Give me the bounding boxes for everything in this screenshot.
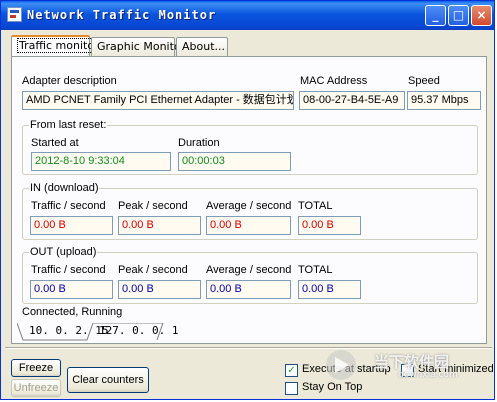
out-traffic-field[interactable]: 0.00 B: [30, 280, 113, 299]
watermark-subtext: downxia.com: [398, 370, 458, 380]
freeze-button[interactable]: Freeze: [11, 359, 61, 377]
clear-counters-button[interactable]: Clear counters: [67, 367, 149, 393]
out-total-field[interactable]: 0.00 B: [298, 280, 361, 299]
out-traffic-label: Traffic / second: [31, 264, 106, 276]
adapter-description-label: Adapter description: [22, 75, 117, 87]
out-upload-group: OUT (upload) Traffic / second Peak / sec…: [22, 246, 478, 304]
in-group-title: IN (download): [29, 182, 100, 194]
tab-traffic-monitor[interactable]: Traffic monitor: [11, 35, 101, 58]
app-icon: [7, 7, 22, 22]
out-peak-label: Peak / second: [118, 264, 188, 276]
tab-graphic-monitor[interactable]: Graphic Monitor: [91, 37, 185, 57]
mac-address-label: MAC Address: [300, 75, 368, 87]
main-window: Network Traffic Monitor _ □ × Traffic mo…: [0, 0, 495, 400]
started-at-field[interactable]: 2012-8-10 9:33:04: [31, 152, 171, 171]
out-average-label: Average / second: [206, 264, 292, 276]
maximize-button[interactable]: □: [448, 5, 469, 26]
mac-address-field[interactable]: 08-00-27-B4-5E-A9: [299, 91, 405, 110]
started-at-label: Started at: [31, 137, 79, 149]
bottom-separator: [5, 347, 492, 349]
unfreeze-button[interactable]: Unfreeze: [11, 379, 61, 397]
execute-at-startup-checkbox[interactable]: ✓: [285, 364, 298, 377]
minimize-button[interactable]: _: [425, 5, 446, 26]
in-peak-field[interactable]: 0.00 B: [118, 216, 201, 235]
adapter-description-field[interactable]: AMD PCNET Family PCI Ethernet Adapter - …: [22, 91, 294, 110]
out-peak-field[interactable]: 0.00 B: [118, 280, 201, 299]
out-total-label: TOTAL: [298, 264, 333, 276]
stay-on-top-checkbox[interactable]: [285, 382, 298, 395]
out-group-title: OUT (upload): [29, 246, 98, 258]
connection-status: Connected, Running: [22, 306, 123, 318]
title-bar[interactable]: Network Traffic Monitor _ □ ×: [1, 1, 494, 30]
in-traffic-field[interactable]: 0.00 B: [30, 216, 113, 235]
in-download-group: IN (download) Traffic / second Peak / se…: [22, 182, 478, 240]
ip-tab-127-0-0-1[interactable]: 127. 0. 0. 1: [95, 323, 182, 340]
in-traffic-label: Traffic / second: [31, 200, 106, 212]
speed-label: Speed: [408, 75, 440, 87]
in-average-field[interactable]: 0.00 B: [206, 216, 291, 235]
traffic-monitor-panel: Adapter description AMD PCNET Family PCI…: [11, 56, 487, 344]
watermark-logo-icon: [326, 350, 356, 380]
in-total-field[interactable]: 0.00 B: [298, 216, 361, 235]
watermark-text: 当下软件园: [374, 353, 450, 371]
speed-field[interactable]: 95.37 Mbps: [407, 91, 481, 110]
duration-label: Duration: [178, 137, 220, 149]
in-average-label: Average / second: [206, 200, 292, 212]
window-title: Network Traffic Monitor: [27, 8, 217, 22]
in-total-label: TOTAL: [298, 200, 333, 212]
reset-group-title: From last reset:: [29, 119, 108, 131]
out-average-field[interactable]: 0.00 B: [206, 280, 291, 299]
duration-field[interactable]: 00:00:03: [178, 152, 291, 171]
close-button[interactable]: ×: [471, 5, 492, 26]
tab-about[interactable]: About...: [176, 37, 228, 57]
in-peak-label: Peak / second: [118, 200, 188, 212]
reset-group: From last reset: Started at 2012-8-10 9:…: [22, 119, 478, 175]
